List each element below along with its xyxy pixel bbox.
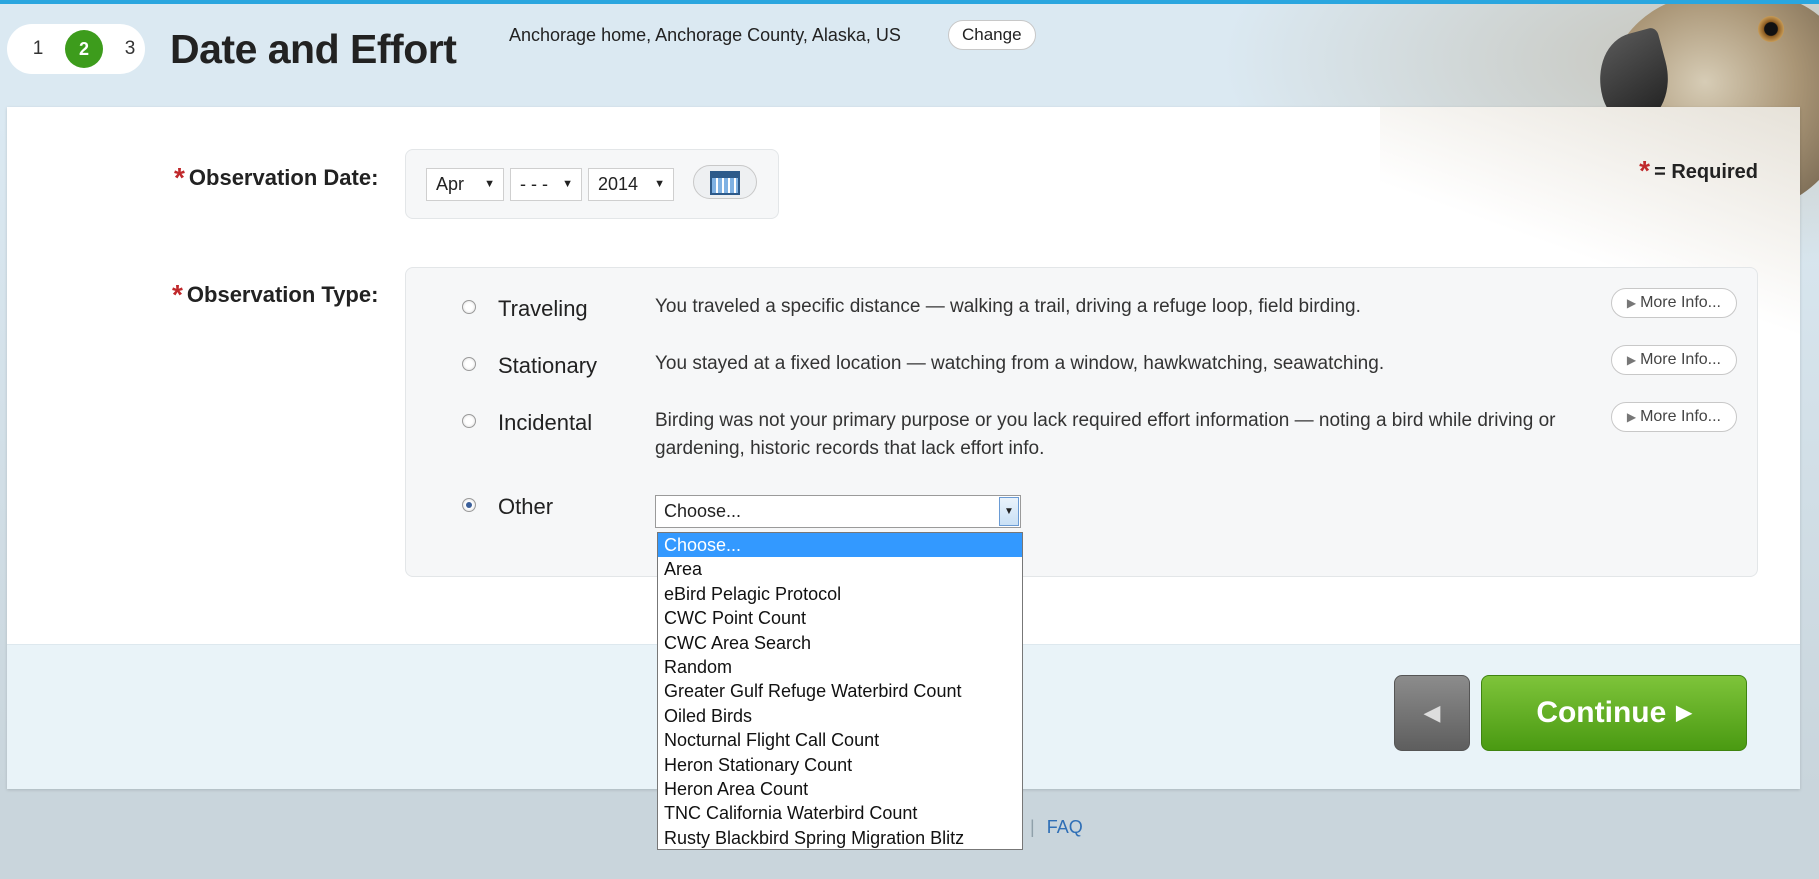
dropdown-option[interactable]: Oiled Birds <box>658 704 1022 728</box>
dropdown-option[interactable]: Area <box>658 557 1022 581</box>
footer-links: | FAQ <box>1030 817 1083 838</box>
chevron-down-icon[interactable]: ▼ <box>999 497 1019 526</box>
year-select[interactable]: 2014 ▼ <box>588 168 674 201</box>
step-2-active: 2 <box>65 30 103 68</box>
step-1: 1 <box>32 38 44 59</box>
triangle-right-icon: ▶ <box>1676 702 1692 724</box>
top-accent-strip <box>0 0 1819 4</box>
dropdown-option[interactable]: Heron Stationary Count <box>658 753 1022 777</box>
required-legend: * = Required <box>1639 155 1758 186</box>
chevron-down-icon: ▼ <box>654 178 665 190</box>
chevron-down-icon: ▼ <box>484 178 495 190</box>
calendar-icon <box>710 171 740 195</box>
observation-date-label: * Observation Date: <box>174 162 379 193</box>
other-protocol-select[interactable]: Choose... ▼ <box>655 495 1021 528</box>
option-name: Traveling <box>498 296 588 321</box>
footer-separator: | <box>1030 817 1035 837</box>
dropdown-option[interactable]: CWC Area Search <box>658 631 1022 655</box>
calendar-button[interactable] <box>693 165 757 199</box>
triangle-right-icon: ▶ <box>1626 410 1637 424</box>
date-picker-group: Apr ▼ - - - ▼ 2014 ▼ <box>405 149 779 219</box>
continue-button[interactable]: Continue ▶ <box>1481 675 1747 751</box>
option-description: Birding was not your primary purpose or … <box>655 410 1556 459</box>
radio-incidental[interactable] <box>462 414 476 428</box>
location-text: Anchorage home, Anchorage County, Alaska… <box>509 25 901 45</box>
more-info-button-incidental[interactable]: ▶ More Info... <box>1610 402 1737 432</box>
faq-link[interactable]: FAQ <box>1047 817 1083 837</box>
chevron-down-icon: ▼ <box>562 178 573 190</box>
radio-traveling[interactable] <box>462 300 476 314</box>
dropdown-option[interactable]: TNC California Waterbird Count <box>658 801 1022 825</box>
radio-other[interactable] <box>462 498 476 512</box>
triangle-right-icon: ▶ <box>1626 353 1637 367</box>
other-protocol-dropdown-list[interactable]: Choose... Area eBird Pelagic Protocol CW… <box>657 532 1023 850</box>
more-info-button-stationary[interactable]: ▶ More Info... <box>1610 345 1737 375</box>
page-title: Date and Effort <box>170 26 457 72</box>
triangle-right-icon: ▶ <box>1626 296 1637 310</box>
option-description: You stayed at a fixed location — watchin… <box>655 353 1385 374</box>
required-star: * <box>1639 155 1651 186</box>
dropdown-option[interactable]: eBird Pelagic Protocol <box>658 582 1022 606</box>
option-description: You traveled a specific distance — walki… <box>655 296 1361 317</box>
option-name: Other <box>498 494 554 519</box>
step-3: 3 <box>124 38 136 59</box>
radio-stationary[interactable] <box>462 357 476 371</box>
dropdown-option[interactable]: CWC Point Count <box>658 606 1022 630</box>
observation-type-group: Traveling You traveled a specific distan… <box>405 267 1758 577</box>
dropdown-option[interactable]: Choose... <box>658 533 1022 558</box>
change-location-button[interactable]: Change <box>948 20 1036 50</box>
more-info-button-traveling[interactable]: ▶ More Info... <box>1610 288 1737 318</box>
month-select[interactable]: Apr ▼ <box>426 168 504 201</box>
dropdown-option[interactable]: Greater Gulf Refuge Waterbird Count <box>658 679 1022 703</box>
dropdown-option[interactable]: Heron Area Count <box>658 777 1022 801</box>
day-select[interactable]: - - - ▼ <box>510 168 582 201</box>
dropdown-option[interactable]: Random <box>658 655 1022 679</box>
step-indicator: 1 2 3 <box>7 24 145 74</box>
observation-type-label: * Observation Type: <box>172 279 379 310</box>
option-name: Incidental <box>498 410 593 435</box>
back-button[interactable]: ◀ <box>1394 675 1470 751</box>
dropdown-option[interactable]: Rusty Blackbird Spring Migration Blitz <box>658 826 1022 850</box>
option-name: Stationary <box>498 353 598 378</box>
dropdown-option[interactable]: Nocturnal Flight Call Count <box>658 728 1022 752</box>
